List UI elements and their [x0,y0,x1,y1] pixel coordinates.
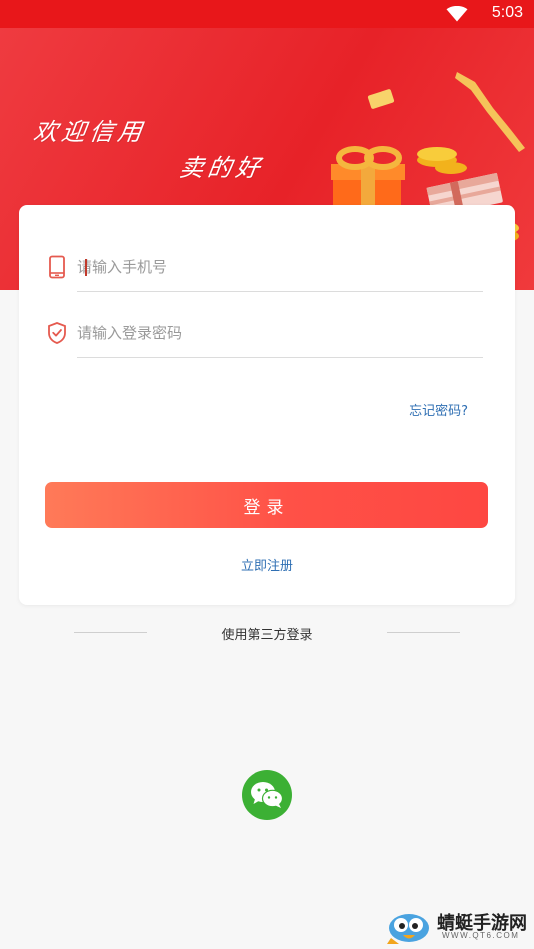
watermark: 蜻蜓手游网 WWW.QT6.COM [385,906,530,946]
third-party-label: 使用第三方登录 [221,628,313,643]
register-link[interactable]: 立即注册 [19,555,515,574]
status-bar: 5:03 [0,0,534,28]
phone-field [44,243,484,293]
watermark-url: WWW.QT6.COM [442,931,520,940]
phone-underline [77,291,483,292]
dragonfly-logo-icon [387,914,429,944]
forgot-password-link[interactable]: 忘记密码? [409,400,468,419]
login-card: 忘记密码? 登录 立即注册 [19,205,515,605]
password-field [44,309,484,359]
banner-slogan-line1: 欢迎信用 [31,118,148,146]
text-cursor [85,259,87,276]
third-party-section: 使用第三方登录 [0,624,534,644]
password-input[interactable] [77,309,483,357]
banner-slogan-line2: 卖的好 [177,154,266,182]
password-underline [77,357,483,358]
phone-icon [49,255,65,279]
login-button[interactable]: 登录 [45,482,488,528]
shield-check-icon [48,322,66,344]
wechat-login-button[interactable] [242,770,292,820]
wifi-icon [446,6,468,22]
status-time: 5:03 [491,4,523,21]
phone-input[interactable] [77,243,483,291]
divider-right [387,632,460,633]
wechat-icon [251,782,284,808]
